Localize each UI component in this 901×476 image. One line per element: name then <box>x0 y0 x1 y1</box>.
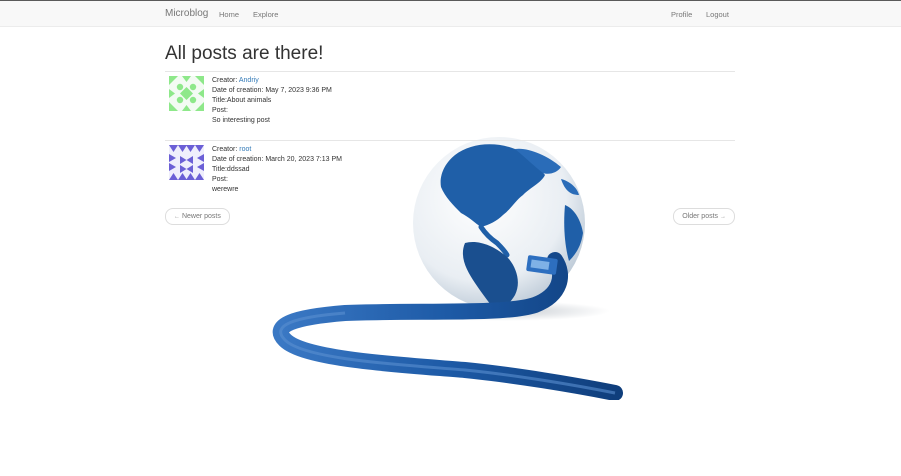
post-date-line: Date of creation: March 20, 2023 7:13 PM <box>212 156 342 163</box>
older-posts-button[interactable]: Older posts → <box>673 208 735 225</box>
post-date: March 20, 2023 7:13 PM <box>265 156 342 163</box>
post-creator-line: Creator: Andriy <box>212 77 259 84</box>
arrow-left-icon: ← <box>174 214 180 220</box>
post-item: Creator: Andriy Date of creation: May 7,… <box>165 71 735 141</box>
post-creator-line: Creator: root <box>212 146 252 153</box>
arrow-right-icon: → <box>720 214 726 220</box>
brand-link[interactable]: Microblog <box>165 8 208 19</box>
top-navbar: Microblog Home Explore Profile Logout <box>0 0 901 27</box>
creator-link[interactable]: root <box>239 146 251 153</box>
nav-profile-link[interactable]: Profile <box>671 10 692 19</box>
avatar <box>169 145 204 180</box>
post-date: May 7, 2023 9:36 PM <box>265 87 332 94</box>
post-label: Post: <box>212 107 228 114</box>
post-title-line: Title:About animals <box>212 97 272 104</box>
post-body: So interesting post <box>212 117 270 124</box>
post-item: Creator: root Date of creation: March 20… <box>165 140 735 210</box>
post-title: About animals <box>226 97 272 104</box>
page-title: All posts are there! <box>165 43 324 64</box>
post-date-line: Date of creation: May 7, 2023 9:36 PM <box>212 87 332 94</box>
creator-link[interactable]: Andriy <box>239 77 259 84</box>
nav-home-link[interactable]: Home <box>219 10 239 19</box>
avatar <box>169 76 204 111</box>
post-label: Post: <box>212 176 228 183</box>
nav-explore-link[interactable]: Explore <box>253 10 278 19</box>
post-title: ddssad <box>226 166 250 173</box>
nav-logout-link[interactable]: Logout <box>706 10 729 19</box>
post-body: werewre <box>212 186 239 193</box>
newer-posts-button[interactable]: ← Newer posts <box>165 208 230 225</box>
post-title-line: Title:ddssad <box>212 166 250 173</box>
